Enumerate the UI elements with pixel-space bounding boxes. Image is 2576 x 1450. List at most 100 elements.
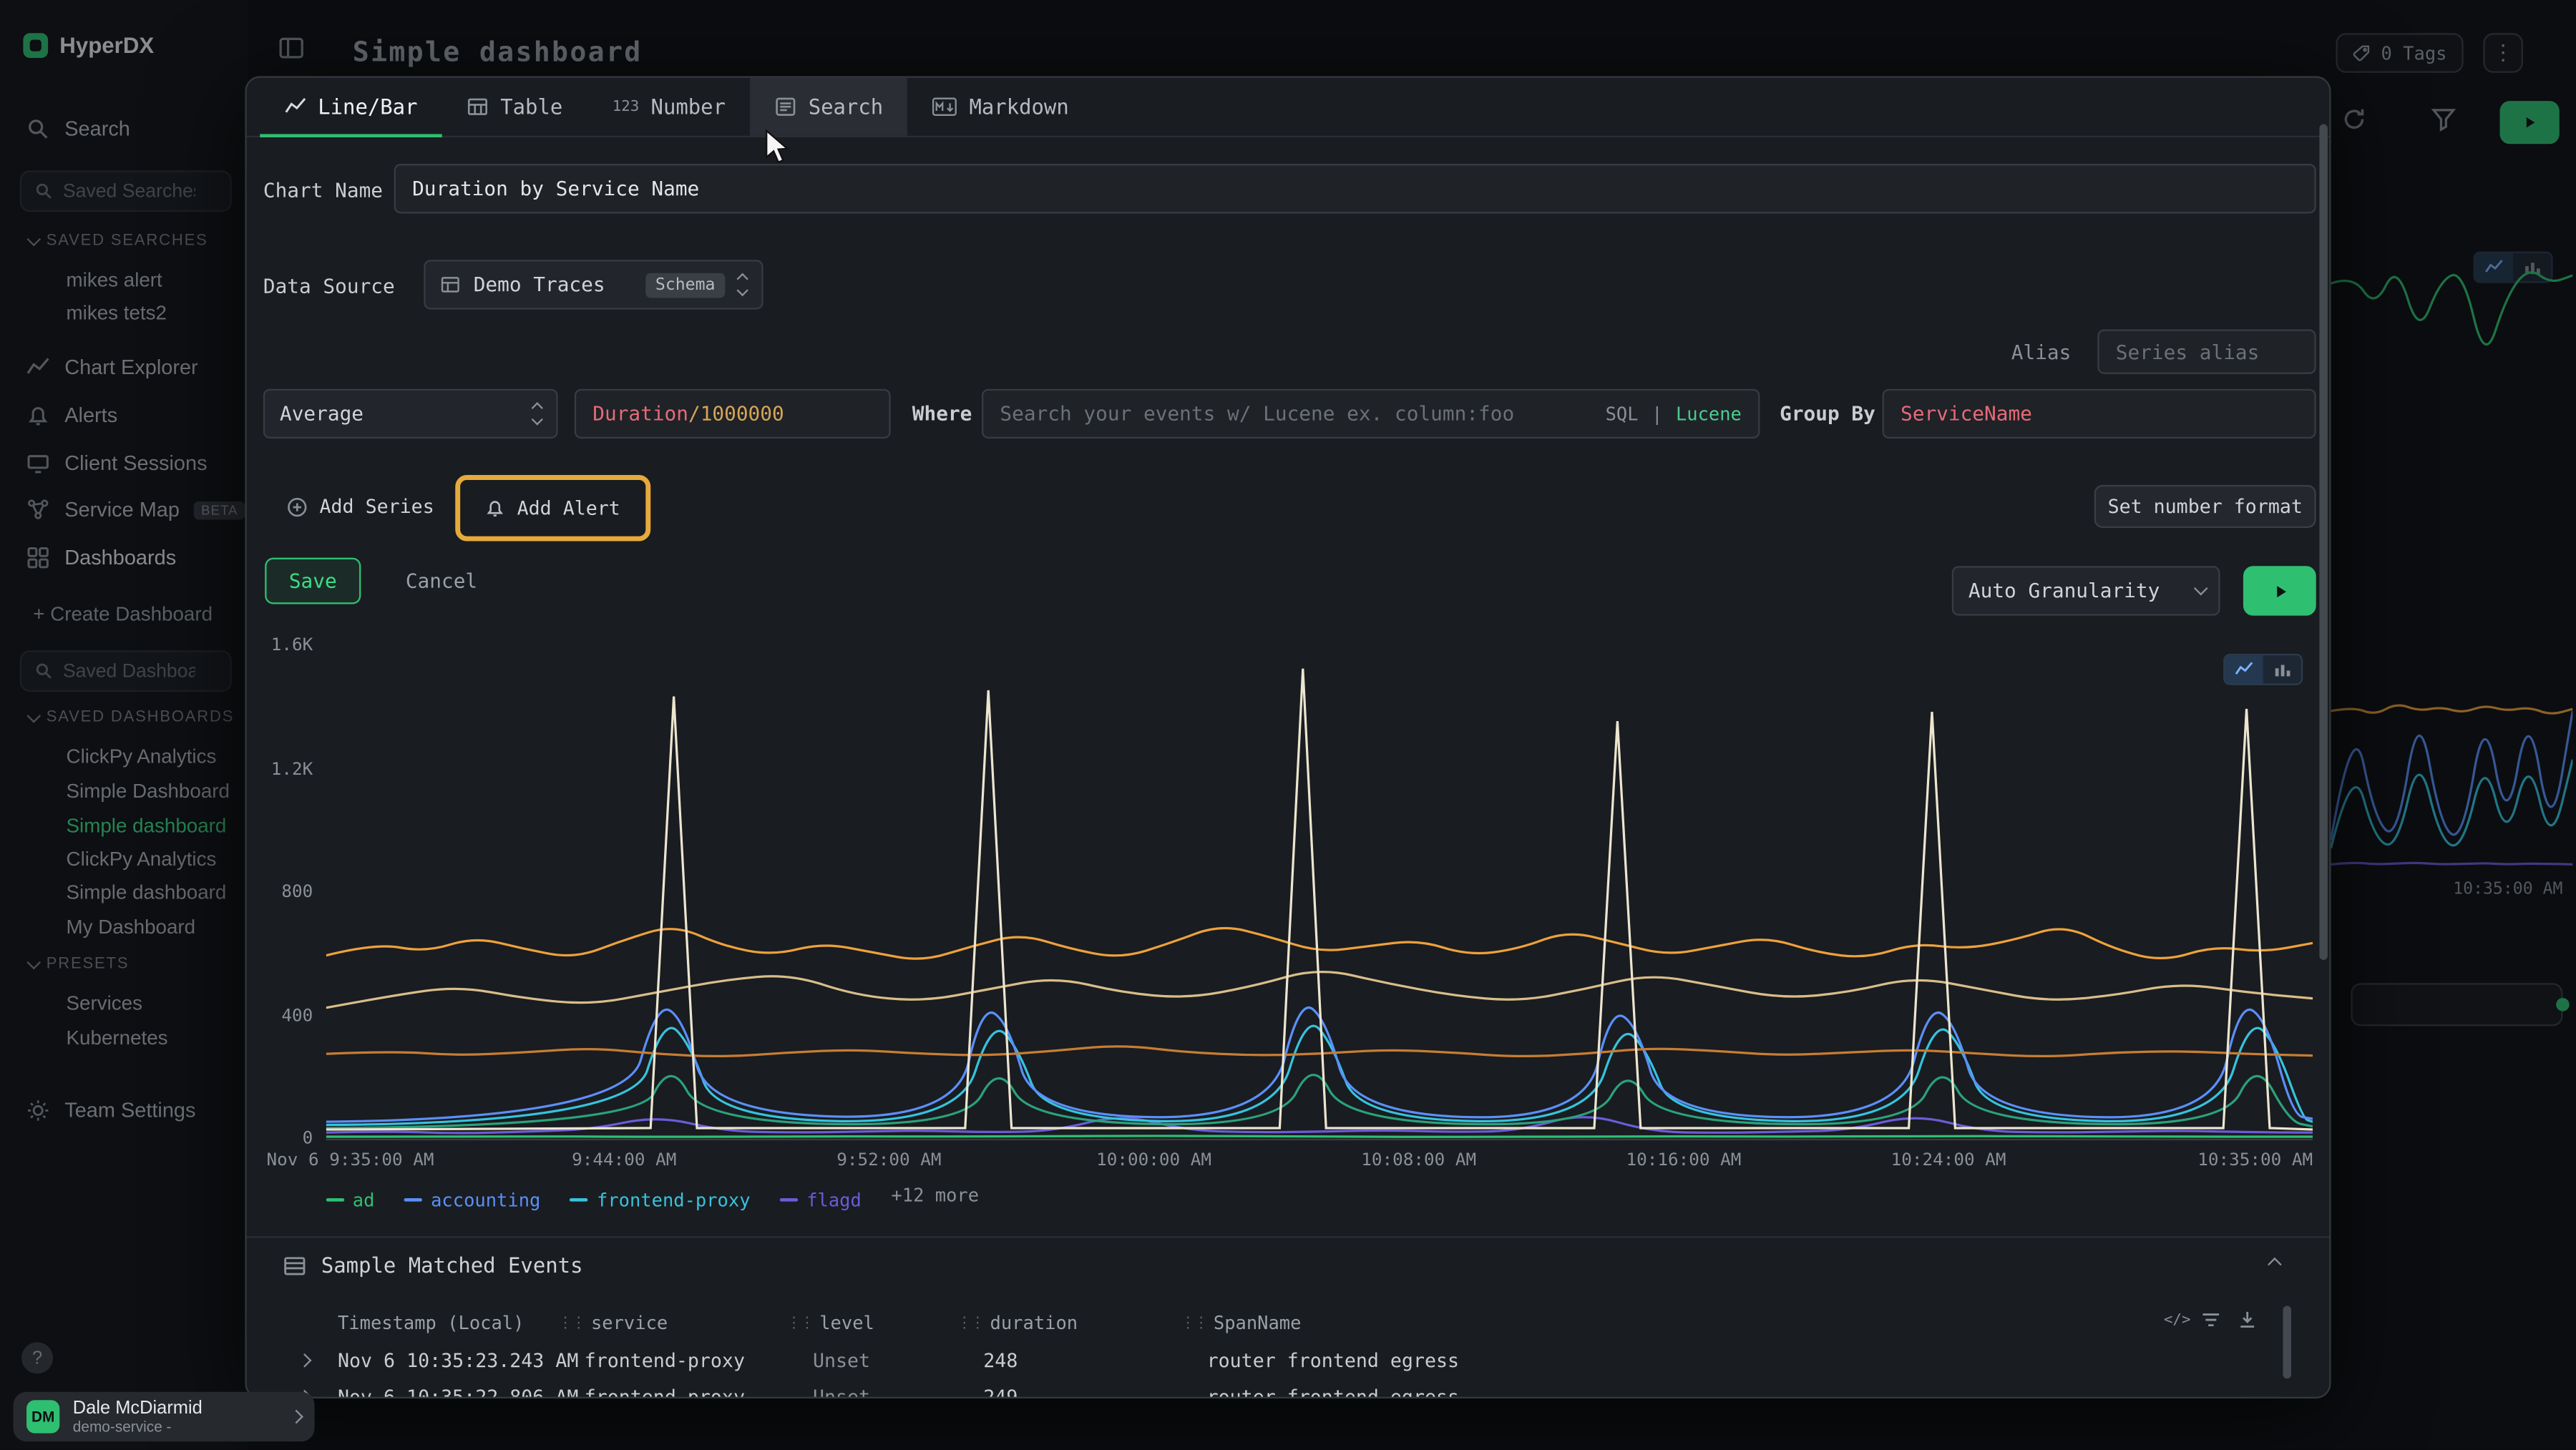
legend-label: accounting (431, 1189, 540, 1210)
chart-name-input[interactable] (412, 177, 2298, 200)
legend-item[interactable]: flagd (780, 1189, 862, 1210)
chart-series-ad (326, 1136, 2313, 1137)
drag-handle-icon[interactable]: ⋮⋮ (957, 1315, 983, 1331)
search-list-icon (775, 96, 796, 117)
measure-field[interactable]: Duration/1000000 (575, 389, 891, 439)
add-alert-button[interactable]: Add Alert (469, 486, 637, 529)
add-series-label: Add Series (320, 495, 434, 518)
chart-type-toggle[interactable] (2223, 654, 2303, 685)
code-view-icon[interactable]: </> (2164, 1313, 2191, 1329)
set-number-format-button[interactable]: Set number format (2094, 485, 2316, 528)
data-source-select[interactable]: Demo Traces Schema (424, 260, 763, 309)
tab-label: Number (651, 94, 726, 119)
cell-spanname[interactable]: router frontend egress (1207, 1349, 1459, 1372)
drag-handle-icon[interactable]: ⋮⋮ (786, 1315, 813, 1331)
cell-duration[interactable]: 249 (983, 1385, 1018, 1398)
markdown-icon (933, 96, 958, 117)
schema-badge: Schema (645, 273, 725, 298)
bell-icon (486, 498, 506, 518)
column-label: level (819, 1313, 874, 1334)
column-header-service[interactable]: ⋮⋮ service (558, 1313, 668, 1334)
run-chart-button[interactable] (2243, 566, 2316, 615)
events-table-icon (283, 1254, 306, 1277)
user-menu[interactable]: DM Dale McDiarmid demo-service - (14, 1392, 315, 1441)
y-axis-label: 800 (281, 882, 313, 902)
tab-label: Table (500, 94, 562, 119)
collapse-events-icon[interactable] (2268, 1258, 2282, 1272)
chart-canvas (326, 647, 2313, 1140)
column-filter-icon[interactable] (2200, 1309, 2222, 1331)
column-header-duration[interactable]: ⋮⋮duration (957, 1313, 1078, 1334)
aggregation-select[interactable]: Average (263, 389, 558, 439)
chart-plot-area[interactable] (326, 647, 2313, 1140)
editor-tabs: Line/Bar Table 123 Number Search Markdow… (247, 78, 2330, 137)
drag-handle-icon[interactable]: ⋮⋮ (1181, 1315, 1207, 1331)
alias-input[interactable] (2116, 340, 2298, 363)
granularity-select[interactable]: Auto Granularity (1952, 566, 2220, 615)
column-header-timestamp[interactable]: Timestamp (Local) (338, 1313, 524, 1334)
chart-series-series-6 (326, 1047, 2313, 1057)
tab-label: Markdown (969, 94, 1068, 119)
sql-toggle[interactable]: SQL (1606, 403, 1639, 424)
lucene-toggle[interactable]: Lucene (1676, 403, 1742, 424)
cell-service[interactable]: frontend-proxy (585, 1349, 745, 1372)
cell-service[interactable]: frontend-proxy (585, 1385, 745, 1398)
legend-label: ad (353, 1189, 375, 1210)
cell-timestamp[interactable]: Nov 6 10:35:22.806 AM (338, 1385, 578, 1398)
chart-series-series-8 (326, 929, 2313, 959)
tab-line-bar[interactable]: Line/Bar (260, 78, 442, 136)
avatar: DM (26, 1400, 59, 1433)
legend-more[interactable]: +12 more (891, 1185, 979, 1207)
tab-table[interactable]: Table (442, 78, 587, 136)
alias-input-wrap (2097, 329, 2316, 373)
chevron-right-icon (289, 1410, 303, 1424)
column-label: Timestamp (Local) (338, 1313, 524, 1334)
user-org: demo-service - (73, 1419, 278, 1436)
column-label: service (591, 1313, 668, 1334)
granularity-value: Auto Granularity (1968, 579, 2180, 602)
column-header-spanname[interactable]: ⋮⋮ SpanName (1181, 1313, 1302, 1334)
line-chart-icon[interactable] (2225, 655, 2263, 683)
group-by-value: ServiceName (1901, 402, 2032, 425)
legend-item[interactable]: ad (326, 1189, 375, 1210)
bar-chart-icon[interactable] (2263, 655, 2301, 683)
cell-spanname[interactable]: router frontend egress (1207, 1385, 1459, 1398)
cell-level[interactable]: Unset (813, 1385, 870, 1398)
cell-duration[interactable]: 248 (983, 1349, 1018, 1372)
expand-row-icon[interactable] (298, 1353, 312, 1368)
save-label: Save (289, 569, 337, 592)
add-series-button[interactable]: Add Series (270, 485, 451, 528)
where-input[interactable] (1000, 402, 1592, 425)
chart-series-frontend-proxy (326, 1026, 2313, 1125)
column-header-level[interactable]: ⋮⋮ level (786, 1313, 874, 1334)
tab-markdown[interactable]: Markdown (908, 78, 1094, 136)
drag-handle-icon[interactable]: ⋮⋮ (558, 1315, 585, 1331)
column-label: SpanName (1214, 1313, 1302, 1334)
legend-label: frontend-proxy (597, 1189, 751, 1210)
add-alert-highlight-box: Add Alert (455, 475, 650, 542)
legend-item[interactable]: accounting (404, 1189, 540, 1210)
divider (247, 1236, 2331, 1238)
modal-scrollbar[interactable] (2319, 124, 2328, 960)
download-icon[interactable] (2237, 1309, 2258, 1331)
chart-editor-modal: Line/Bar Table 123 Number Search Markdow… (245, 76, 2331, 1398)
chart-name-input-wrap (394, 164, 2316, 213)
legend-item[interactable]: frontend-proxy (570, 1189, 751, 1210)
legend-dash-icon (780, 1198, 798, 1202)
chart-series-series-3 (326, 1075, 2313, 1128)
x-axis-label: 10:00:00 AM (1096, 1150, 1211, 1170)
tab-number[interactable]: 123 Number (587, 78, 751, 136)
data-source-value: Demo Traces (474, 273, 633, 296)
cancel-button[interactable]: Cancel (406, 569, 477, 592)
save-button[interactable]: Save (265, 558, 361, 604)
cell-level[interactable]: Unset (813, 1349, 870, 1372)
tab-search[interactable]: Search (751, 78, 908, 136)
events-scrollbar[interactable] (2283, 1306, 2291, 1378)
cell-timestamp[interactable]: Nov 6 10:35:23.243 AM (338, 1349, 578, 1372)
select-carets-icon (738, 275, 747, 295)
chart-series-flagd (326, 1117, 2313, 1133)
tab-label: Search (809, 94, 883, 119)
where-label: Where (912, 402, 972, 425)
group-by-field[interactable]: ServiceName (1883, 389, 2316, 439)
legend-dash-icon (570, 1198, 588, 1202)
